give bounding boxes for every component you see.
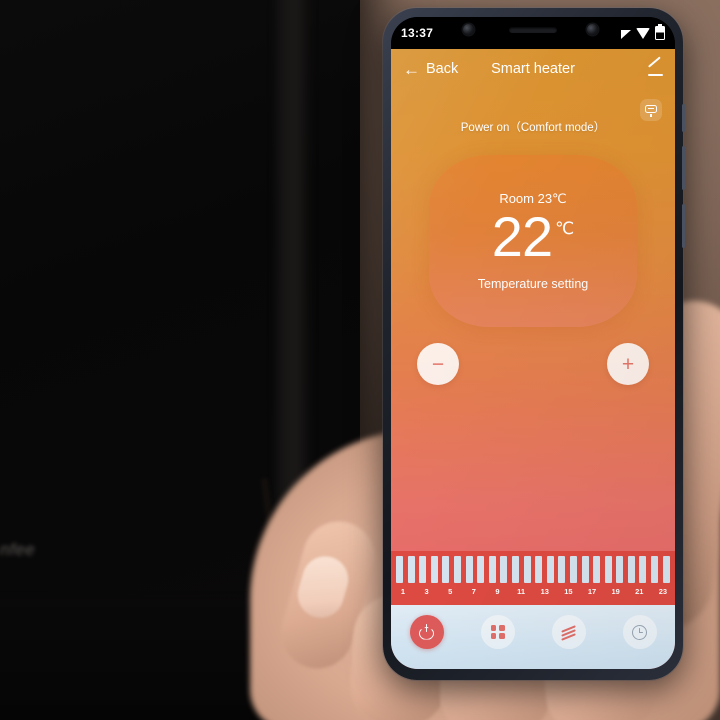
status-row: Power on（Comfort mode）: [391, 89, 675, 149]
schedule-bar[interactable]: [453, 556, 461, 583]
status-bar: 13:37: [391, 17, 675, 49]
temperature-controls: − +: [391, 327, 675, 401]
decrease-temperature-button[interactable]: −: [417, 343, 459, 385]
back-button[interactable]: ← Back: [403, 61, 458, 78]
back-button-label: Back: [426, 61, 459, 77]
schedule-bar[interactable]: [639, 556, 647, 583]
setpoint-unit: ℃: [555, 219, 575, 238]
clock-timer-icon: [632, 624, 647, 640]
signal-icon: [621, 29, 631, 39]
setpoint-value: 22: [491, 205, 553, 268]
power-mode-status: Power on（Comfort mode）: [460, 122, 606, 134]
schedule-hour-label: 19: [611, 587, 620, 596]
increase-temperature-button[interactable]: +: [607, 343, 649, 385]
setpoint-caption: Temperature setting: [477, 277, 589, 291]
schedule-hour-label: 23: [658, 587, 668, 596]
front-camera-icon: [463, 24, 474, 35]
edit-pencil-icon[interactable]: [643, 56, 663, 78]
back-arrow-icon: ←: [403, 59, 420, 79]
schedule-bar[interactable]: [511, 556, 519, 583]
schedule-hour-label: 9: [495, 587, 500, 596]
tab-heat-level[interactable]: [551, 615, 586, 649]
schedule-hour-label: 21: [635, 587, 644, 596]
schedule-bar[interactable]: [535, 556, 543, 583]
pencil-underline: [648, 73, 663, 76]
tab-mode[interactable]: [480, 615, 515, 649]
schedule-bar[interactable]: [396, 556, 403, 583]
schedule-bar[interactable]: [477, 556, 485, 583]
schedule-bar[interactable]: [500, 556, 508, 583]
schedule-hour-label: 11: [517, 587, 526, 596]
schedule-bar[interactable]: [558, 556, 566, 583]
phone-volume-up-button[interactable]: [682, 146, 685, 190]
schedule-bar[interactable]: [430, 556, 438, 583]
schedule-bar[interactable]: [569, 556, 577, 583]
schedule-bar[interactable]: [651, 556, 659, 583]
schedule-hour-label: 7: [471, 587, 476, 596]
front-camera-icon: [587, 24, 598, 35]
schedule-bar[interactable]: [465, 556, 473, 583]
tab-power[interactable]: [409, 615, 444, 649]
setpoint-display: 22 ℃: [492, 209, 574, 265]
schedule-bar[interactable]: [488, 556, 496, 583]
app-bar: ← Back Smart heater: [391, 49, 675, 89]
battery-icon: [655, 24, 665, 40]
screen-cast-button[interactable]: [640, 99, 662, 121]
status-bar-icons: [621, 24, 665, 40]
schedule-bar[interactable]: [523, 556, 531, 583]
temperature-card: Room 23℃ 22 ℃ Temperature setting: [429, 155, 637, 327]
pencil-body: [647, 56, 662, 68]
earpiece-speaker: [509, 27, 557, 33]
grid-modes-icon: [490, 625, 505, 639]
smartphone: 13:37 ← Back Smart heater Power on（Comfo…: [383, 8, 685, 680]
schedule-bar[interactable]: [419, 556, 427, 583]
status-bar-clock: 13:37: [401, 26, 434, 40]
schedule-bar[interactable]: [442, 556, 450, 583]
plus-icon: +: [621, 352, 635, 376]
schedule-bar[interactable]: [546, 556, 554, 583]
wifi-icon: [636, 27, 650, 39]
tab-timer[interactable]: [622, 615, 657, 649]
phone-screen: 13:37 ← Back Smart heater Power on（Comfo…: [391, 17, 675, 669]
schedule-bar[interactable]: [616, 556, 624, 583]
schedule-hour-labels: 1 3 5 7 9 11 13 15 17 19 21 23: [396, 587, 670, 601]
bottom-tab-bar: [391, 605, 675, 669]
phone-volume-down-button[interactable]: [682, 204, 685, 248]
schedule-hour-label: 5: [448, 587, 453, 596]
schedule-bar[interactable]: [604, 556, 612, 583]
photo-scene: nfee 13:37 ← Back Smart heater Power on（…: [0, 0, 720, 720]
schedule-bar[interactable]: [627, 556, 635, 583]
schedule-bar[interactable]: [593, 556, 601, 583]
schedule-bar[interactable]: [407, 556, 415, 583]
schedule-hour-label: 1: [400, 587, 406, 596]
schedule-hour-label: 13: [540, 587, 549, 596]
app-screen: ← Back Smart heater Power on（Comfort mod…: [391, 49, 675, 669]
schedule-bar[interactable]: [662, 556, 670, 583]
schedule-hour-label: 15: [564, 587, 573, 596]
schedule-hour-label: 3: [424, 587, 429, 596]
heater-brand-logo: nfee: [0, 540, 36, 559]
minus-icon: −: [431, 352, 445, 376]
screen-cast-icon: [645, 104, 657, 117]
power-icon: [419, 623, 434, 640]
schedule-bars[interactable]: [396, 556, 670, 583]
heat-waves-icon: [561, 624, 576, 641]
schedule-timeline[interactable]: 1 3 5 7 9 11 13 15 17 19 21 23: [391, 551, 675, 605]
phone-side-button[interactable]: [682, 104, 685, 132]
schedule-bar[interactable]: [581, 556, 589, 583]
schedule-hour-label: 17: [587, 587, 597, 596]
